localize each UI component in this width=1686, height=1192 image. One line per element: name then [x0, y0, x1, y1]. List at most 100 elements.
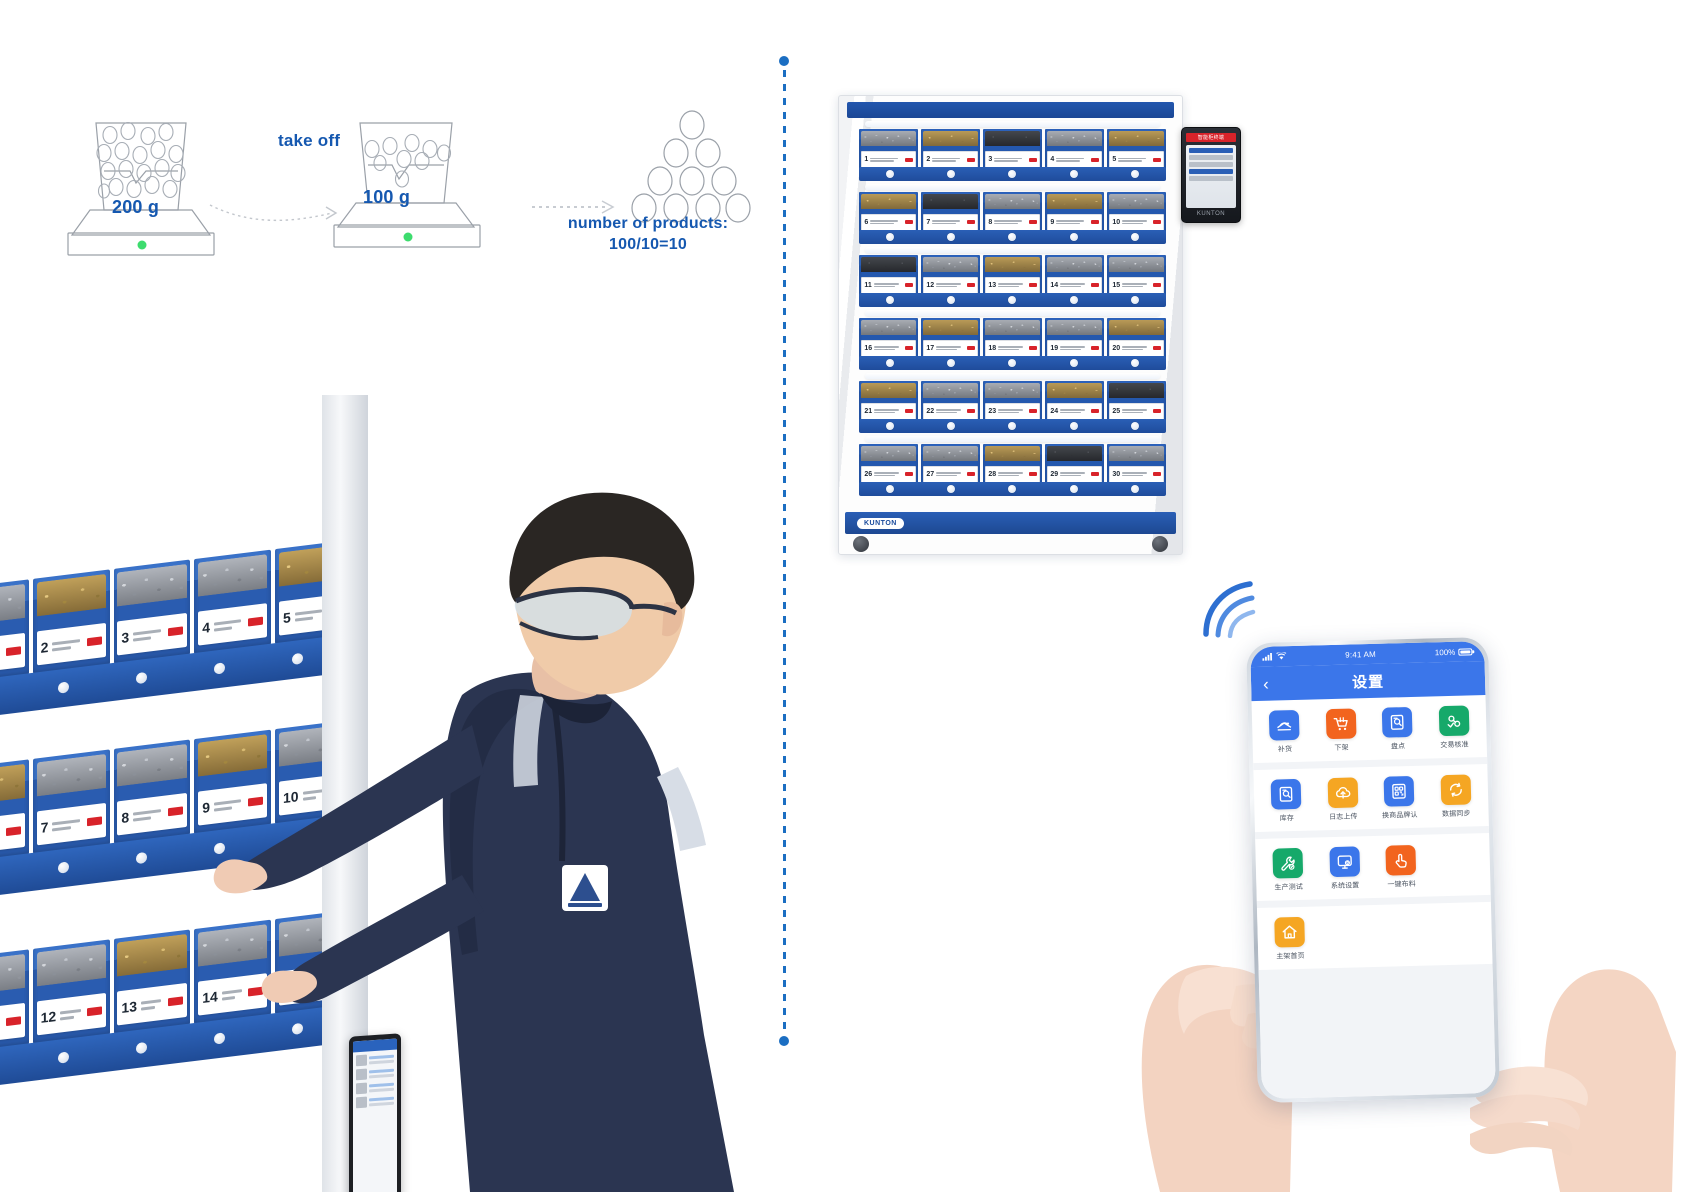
shelf-indicator-light[interactable] — [1008, 232, 1017, 241]
shelf-indicator-light[interactable] — [1131, 484, 1140, 493]
page-title: 设置 — [1351, 673, 1385, 691]
bin-contents — [923, 193, 978, 209]
shelf-indicator-light[interactable] — [947, 232, 956, 241]
shelf-indicator-light[interactable] — [1131, 169, 1140, 178]
tablet-thumbnail — [356, 1096, 367, 1109]
stock-search-icon[interactable] — [1270, 778, 1302, 810]
settings-item-wrench-test[interactable]: 生产测试 — [1259, 847, 1317, 892]
shelf-indicator-light[interactable] — [885, 484, 894, 493]
phone-screen[interactable]: 9:41 AM 100% ‹ 设置 补货 下架 盘点 交易核准 库存 日志上传 换商品牌认 数… — [1250, 641, 1496, 1099]
shelf-indicator-light[interactable] — [885, 295, 894, 304]
shelf-indicator-light[interactable] — [947, 358, 956, 367]
shelf-indicator-light[interactable] — [1069, 358, 1078, 367]
one-key-tap-icon[interactable] — [1385, 844, 1417, 876]
bin-label-tag: 8 — [985, 213, 1040, 231]
shelf-indicator-light[interactable] — [1008, 295, 1017, 304]
bin-contents — [861, 256, 916, 272]
bin-contents — [861, 445, 916, 461]
settings-item-label: 换商品牌认 — [1382, 811, 1418, 820]
status-time: 9:41 AM — [1345, 649, 1377, 660]
shelf-indicator-light[interactable] — [1069, 484, 1078, 493]
settings-item-restock[interactable]: 补货 — [1256, 709, 1314, 755]
settings-item-data-sync[interactable]: 数据同步 — [1427, 774, 1485, 819]
panel-screen[interactable] — [1186, 145, 1236, 208]
settings-item-transaction-approve[interactable]: 交易核准 — [1425, 705, 1483, 750]
shelf-indicator-light[interactable] — [1069, 421, 1078, 430]
settings-item-qr-scan[interactable]: 换商品牌认 — [1371, 775, 1429, 821]
settings-item-system-settings[interactable]: 系统设置 — [1316, 846, 1374, 891]
settings-item-log-upload[interactable]: 日志上传 — [1314, 777, 1372, 822]
bin-contents — [985, 193, 1040, 209]
bin-label-lines — [870, 220, 902, 225]
bin-label-tag: 7 — [923, 213, 978, 231]
transaction-approve-icon[interactable] — [1438, 705, 1470, 737]
restock-icon[interactable] — [1269, 709, 1300, 741]
bin-label-accent — [1028, 220, 1037, 225]
bin-contents — [985, 256, 1040, 272]
settings-item-inventory-check[interactable]: 盘点 — [1369, 706, 1427, 752]
qr-scan-icon[interactable] — [1383, 775, 1415, 807]
smart-weighing-cabinet: 1 2 3 4 5 6 7 8 9 10 11 12 13 14 15 16 17 18 19 20 21 22 23 24 2… — [838, 95, 1183, 555]
shelf-indicator-light[interactable] — [1069, 169, 1078, 178]
shelf-indicator-light[interactable] — [947, 169, 956, 178]
settings-item-one-key-tap[interactable]: 一键布料 — [1372, 844, 1430, 890]
bin-label-lines — [1122, 346, 1150, 351]
log-upload-icon[interactable] — [1327, 777, 1359, 809]
chest-badge — [562, 865, 608, 911]
shelf-indicator-light[interactable] — [1008, 484, 1017, 493]
shelf-indicator-light[interactable] — [1131, 232, 1140, 241]
system-settings-icon[interactable] — [1329, 846, 1360, 878]
cabinet-body: 1 2 3 4 5 6 7 8 9 10 11 12 13 14 15 16 17 18 19 20 21 22 23 24 2… — [838, 95, 1183, 555]
settings-group: 补货 下架 盘点 交易核准 — [1251, 694, 1488, 764]
shelf-indicator-light[interactable] — [947, 421, 956, 430]
shelf-indicator-light[interactable] — [1008, 358, 1017, 367]
settings-item-cart-remove[interactable]: 下架 — [1312, 708, 1370, 753]
tablet-text-lines — [369, 1096, 394, 1106]
bin-contents — [923, 256, 978, 272]
panel-screen-row — [1189, 176, 1233, 181]
scale-full-pellets — [96, 121, 186, 199]
shelf-indicator-light[interactable] — [885, 358, 894, 367]
bin-contents — [1109, 319, 1164, 335]
bin-label-lines — [998, 472, 1026, 477]
bin-number: 20 — [1112, 344, 1121, 352]
wrench-test-icon[interactable] — [1272, 847, 1304, 879]
shelf-light-bar — [865, 246, 1160, 253]
bin-number: 30 — [1112, 470, 1121, 478]
bin-label-accent — [1152, 157, 1161, 162]
tablet-screen[interactable] — [353, 1038, 397, 1192]
shelf-light-bar — [865, 121, 1160, 127]
shelf-indicator-light[interactable] — [1008, 421, 1017, 430]
shelf-indicator-light[interactable] — [1131, 421, 1140, 430]
shelf-indicator-light[interactable] — [947, 484, 956, 493]
settings-item-label: 日志上传 — [1329, 813, 1358, 822]
shelf-indicator-light[interactable] — [1069, 295, 1078, 304]
bin-label-lines — [998, 409, 1026, 414]
bin-number: 5 — [1112, 156, 1117, 163]
settings-item-home[interactable]: 主架首页 — [1261, 916, 1319, 961]
shelf-indicator-light[interactable] — [1069, 232, 1078, 241]
settings-item-stock-search[interactable]: 库存 — [1258, 778, 1316, 824]
shelf-indicator-light[interactable] — [885, 169, 894, 178]
shelf-indicator-light[interactable] — [885, 232, 894, 241]
bin-label-accent — [966, 346, 975, 351]
bin-label-accent — [1028, 472, 1037, 477]
cart-remove-icon[interactable] — [1325, 708, 1357, 740]
shelf-indicator-light[interactable] — [947, 295, 956, 304]
bin-contents — [1047, 131, 1102, 146]
shelf-indicator-light[interactable] — [1131, 358, 1140, 367]
shelf-indicator-light[interactable] — [1008, 169, 1017, 178]
cabinet-control-panel[interactable]: 智能柜终端 KUNTON — [1181, 127, 1241, 223]
data-sync-icon[interactable] — [1440, 774, 1472, 806]
bin-label-accent — [904, 346, 913, 351]
home-icon[interactable] — [1274, 916, 1306, 948]
shelf-indicator-light[interactable] — [1131, 295, 1140, 304]
bin-label-tag: 10 — [1109, 213, 1164, 231]
settings-grid-container[interactable]: 补货 下架 盘点 交易核准库存 日志上传 换商品牌认 数据同步生产测试 系统设置 一键布料主架首… — [1251, 694, 1496, 1099]
rack-tablet-terminal[interactable] — [349, 1033, 401, 1192]
inventory-check-icon[interactable] — [1382, 706, 1413, 738]
shelf-indicator-light[interactable] — [885, 421, 894, 430]
bin-label-accent — [904, 220, 913, 225]
bin-label-lines — [1118, 157, 1150, 162]
shelf-light-bar — [865, 372, 1160, 379]
